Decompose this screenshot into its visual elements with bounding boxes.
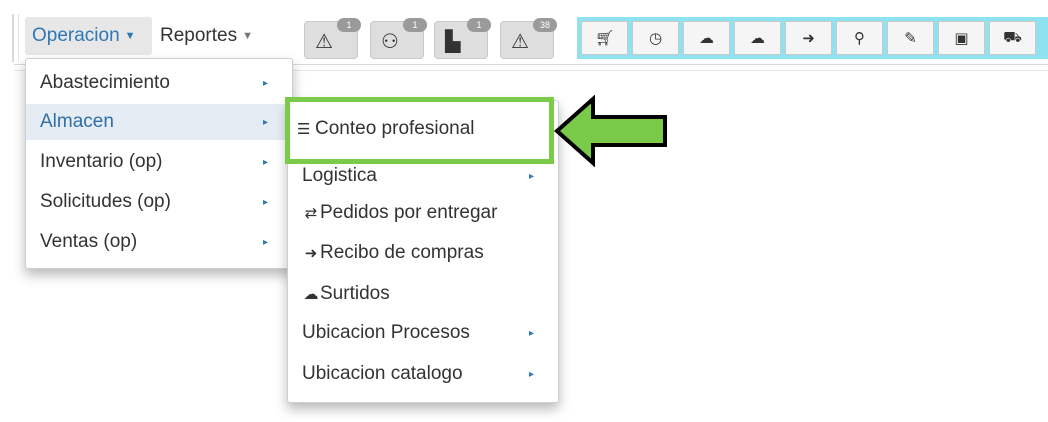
alert-button-users[interactable]: ⚇ 1: [370, 18, 427, 59]
chevron-right-icon: ▸: [262, 156, 268, 168]
menu-item-ubicacion-catalogo[interactable]: Ubicacion catalogo ▸: [288, 356, 558, 392]
cloud-upload-icon: ☁: [303, 286, 319, 303]
menu-item-label: Conteo profesional: [315, 118, 475, 139]
alert-button-warning-2[interactable]: ⚠ 38: [500, 18, 557, 59]
menu-reportes-label: Reportes: [160, 25, 238, 46]
alert-badge: 38: [533, 18, 557, 32]
menu-item-conteo-profesional[interactable]: ☰ Conteo profesional: [297, 118, 475, 140]
caret-down-icon: ▼: [242, 30, 253, 42]
highlight-box: ☰ Conteo profesional: [285, 97, 554, 164]
safe-icon: ▣: [954, 30, 969, 47]
caret-down-icon: ▼: [124, 30, 136, 42]
safe-button[interactable]: ▣: [938, 21, 985, 55]
edit-button[interactable]: ✎: [887, 21, 934, 55]
alert-badge: 1: [467, 18, 491, 32]
menu-operacion-label: Operacion: [32, 25, 120, 46]
login-button[interactable]: ➜: [785, 21, 832, 55]
cart-button[interactable]: 🛒︎: [581, 21, 628, 55]
login-icon: ➜: [802, 30, 815, 47]
login-icon: ➜: [304, 245, 318, 262]
menu-item-ventas[interactable]: Ventas (op) ▸: [26, 224, 292, 260]
clock-icon: ◷: [648, 30, 663, 47]
warning-icon: ⚠: [315, 31, 333, 53]
clock-button[interactable]: ◷: [632, 21, 679, 55]
menu-item-abastecimiento[interactable]: Abastecimiento ▸: [26, 65, 292, 101]
transfer-icon: ⇄: [304, 205, 318, 222]
cloud-download-icon: ☁: [750, 30, 765, 47]
menu-item-label: Pedidos por entregar: [320, 202, 498, 223]
users-icon: ⚇: [381, 31, 399, 53]
menu-item-label: Solicitudes (op): [40, 191, 171, 212]
chevron-right-icon: ▸: [262, 116, 268, 128]
menu-item-label: Surtidos: [320, 283, 390, 304]
menu-item-surtidos[interactable]: ☁ Surtidos: [288, 276, 558, 312]
menu-item-label: Almacen: [40, 111, 114, 132]
operacion-dropdown: Abastecimiento ▸ Almacen ▸ Inventario (o…: [25, 58, 293, 269]
menu-item-label: Abastecimiento: [40, 72, 170, 93]
menu-item-almacen[interactable]: Almacen ▸: [26, 104, 292, 140]
car-icon: ⛟: [1003, 28, 1022, 46]
cloud-download-button[interactable]: ☁: [734, 21, 781, 55]
chevron-right-icon: ▸: [528, 368, 534, 380]
menu-item-solicitudes[interactable]: Solicitudes (op) ▸: [26, 184, 292, 220]
navbar-divider: [12, 14, 14, 62]
menu-reportes[interactable]: Reportes ▼: [160, 17, 253, 55]
menu-item-ubicacion-procesos[interactable]: Ubicacion Procesos ▸: [288, 315, 558, 351]
database-icon: ☰: [297, 121, 311, 138]
quick-toolbar: 🛒︎ ◷ ☁ ☁ ➜ ⚲ ✎ ▣ ⛟: [577, 17, 1048, 59]
chevron-right-icon: ▸: [528, 170, 534, 182]
car-button[interactable]: ⛟: [989, 21, 1036, 55]
chevron-right-icon: ▸: [528, 327, 534, 339]
chevron-right-icon: ▸: [262, 196, 268, 208]
menu-item-label: Logistica: [302, 165, 377, 186]
warning-icon: ⚠: [511, 31, 529, 53]
alert-button-building[interactable]: ▙ 1: [434, 18, 491, 59]
chevron-right-icon: ▸: [262, 77, 268, 89]
green-arrow-icon: [553, 95, 667, 167]
chevron-right-icon: ▸: [262, 236, 268, 248]
menu-item-label: Ventas (op): [40, 231, 138, 252]
alert-button-warning[interactable]: ⚠ 1: [304, 18, 361, 59]
menu-item-label: Recibo de compras: [320, 242, 484, 263]
map-marker-button[interactable]: ⚲: [836, 21, 883, 55]
cloud-upload-button[interactable]: ☁: [683, 21, 730, 55]
cloud-upload-icon: ☁: [699, 30, 714, 47]
menu-item-pedidos-por-entregar[interactable]: ⇄ Pedidos por entregar: [288, 195, 558, 231]
menu-operacion[interactable]: Operacion ▼: [25, 17, 152, 55]
building-icon: ▙: [445, 31, 461, 53]
edit-icon: ✎: [904, 30, 917, 47]
alert-badge: 1: [337, 18, 361, 32]
menu-item-inventario[interactable]: Inventario (op) ▸: [26, 144, 292, 180]
navbar-divider: [18, 14, 19, 62]
cart-icon: 🛒︎: [594, 30, 615, 47]
menu-item-label: Ubicacion Procesos: [302, 322, 470, 343]
menu-item-recibo-de-compras[interactable]: ➜ Recibo de compras: [288, 235, 558, 271]
menu-item-label: Inventario (op): [40, 151, 163, 172]
menu-item-label: Ubicacion catalogo: [302, 363, 463, 384]
map-marker-icon: ⚲: [854, 30, 865, 47]
alert-badge: 1: [403, 18, 427, 32]
